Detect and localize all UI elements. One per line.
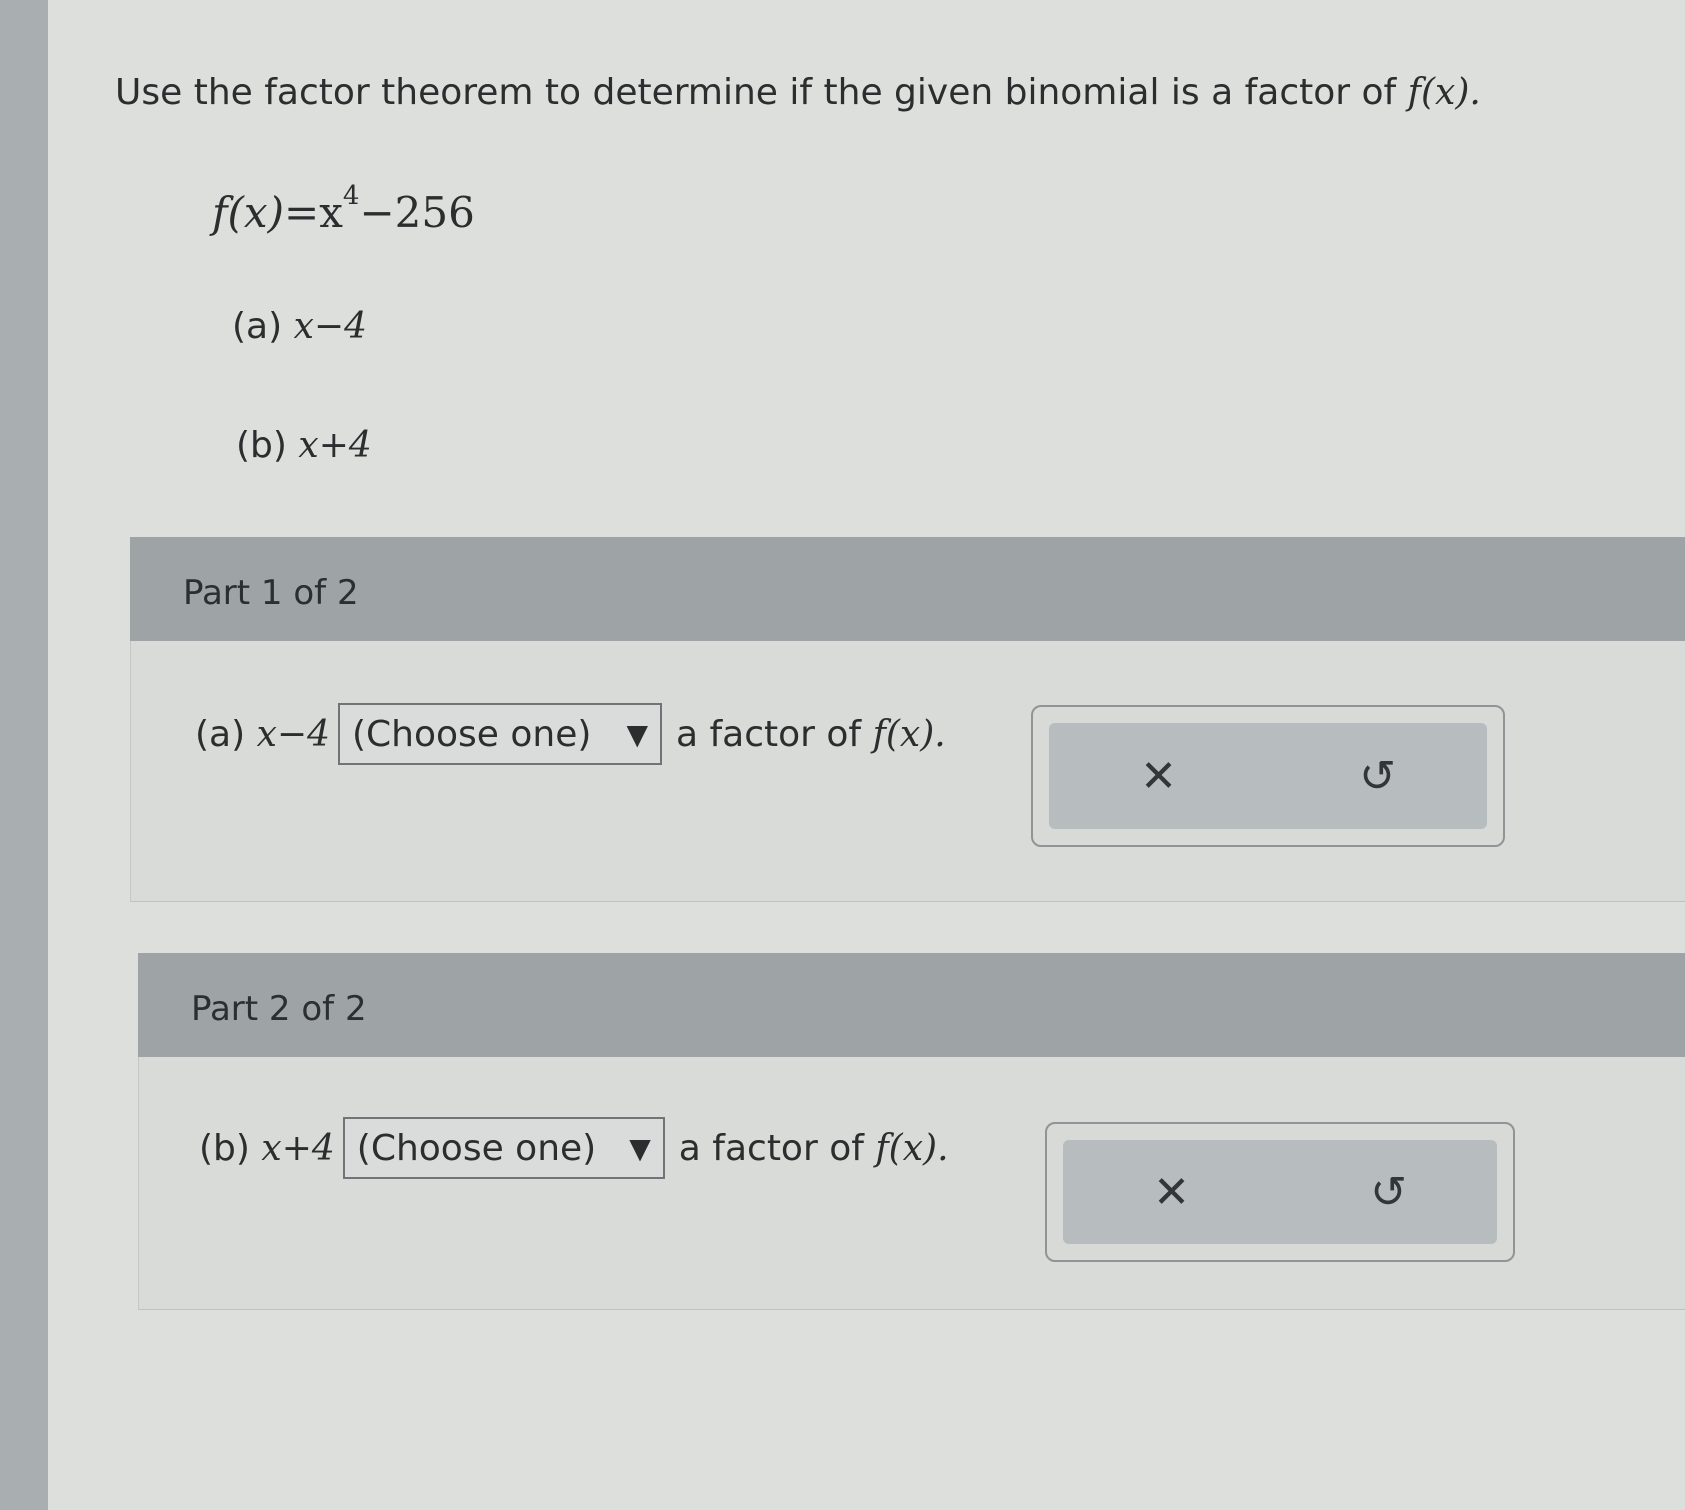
part-2-expr: x+4 (261, 1127, 335, 1169)
clear-icon[interactable]: ✕ (1119, 751, 1199, 802)
part-2-action-buttons: ✕ ↺ (1045, 1122, 1515, 1262)
function-lhs: f(x) (212, 188, 285, 237)
part-1-select-value: (Choose one) (351, 713, 592, 755)
part-1-answer-row: (a) x−4 (Choose one) ▼ a factor of f(x). (195, 703, 946, 765)
part-2-select[interactable]: (Choose one) ▼ (342, 1117, 665, 1179)
part-2-select-value: (Choose one) (356, 1127, 597, 1169)
part-2-prefix: (b) (199, 1127, 250, 1169)
dropdown-arrow-icon: ▼ (626, 717, 648, 751)
instruction-text: Use the factor theorem to determine if t… (115, 72, 1481, 113)
function-exponent: 4 (342, 181, 360, 211)
reset-icon[interactable]: ↺ (1338, 751, 1418, 802)
part-1-expr: x−4 (256, 713, 330, 755)
item-b-expr: x+4 (298, 425, 372, 466)
instruction-label: Use the factor theorem to determine if t… (115, 72, 1397, 113)
clear-icon[interactable]: ✕ (1132, 1167, 1212, 1218)
part-2-title: Part 2 of 2 (191, 989, 367, 1029)
reset-icon[interactable]: ↺ (1349, 1167, 1429, 1218)
item-b: (b) x+4 (236, 425, 372, 466)
part-1-suffix-fx: f(x). (872, 713, 946, 755)
dropdown-arrow-icon: ▼ (629, 1131, 651, 1165)
function-definition: f(x)=x4−256 (212, 181, 475, 237)
part-1-button-panel: ✕ ↺ (1049, 723, 1487, 829)
part-1-header: Part 1 of 2 (130, 537, 1685, 641)
part-2-header: Part 2 of 2 (138, 953, 1685, 1057)
function-rest: −256 (359, 188, 475, 237)
item-a: (a) x−4 (232, 306, 367, 347)
item-b-label: (b) (236, 425, 287, 466)
part-1-body: (a) x−4 (Choose one) ▼ a factor of f(x).… (130, 641, 1685, 902)
part-2-body: (b) x+4 (Choose one) ▼ a factor of f(x).… (138, 1057, 1685, 1310)
part-1-select[interactable]: (Choose one) ▼ (337, 703, 662, 765)
item-a-label: (a) (232, 306, 283, 347)
part-2-suffix: a factor of (678, 1127, 864, 1169)
part-2-button-panel: ✕ ↺ (1063, 1140, 1497, 1244)
instruction-fx: f(x). (1407, 72, 1481, 113)
part-1-action-buttons: ✕ ↺ (1031, 705, 1505, 847)
window-left-edge (0, 0, 48, 1510)
part-2-suffix-fx: f(x). (875, 1127, 949, 1169)
item-a-expr: x−4 (293, 306, 367, 347)
function-eq: =x (284, 188, 343, 237)
part-1-title: Part 1 of 2 (183, 573, 359, 613)
part-1-suffix: a factor of (675, 713, 862, 755)
part-1-prefix: (a) (195, 713, 246, 755)
part-2-answer-row: (b) x+4 (Choose one) ▼ a factor of f(x). (199, 1117, 949, 1179)
